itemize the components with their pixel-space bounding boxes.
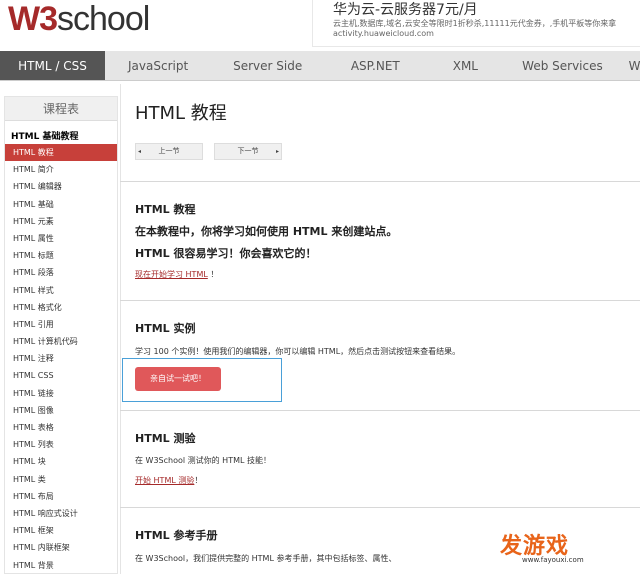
prev-section-button[interactable]: ◂ 上一节 <box>135 143 203 160</box>
start-learning-line: 现在开始学习 HTML ！ <box>135 269 218 280</box>
sidebar-list: HTML 教程 HTML 简介 HTML 编辑器 HTML 基础 HTML 元素 HTML… <box>5 144 117 574</box>
start-quiz-link[interactable]: 开始 HTML 测验 <box>135 476 194 485</box>
sidebar-item[interactable]: HTML 表格 <box>5 419 117 436</box>
reference-description: 在 W3School，我们提供完整的 HTML 参考手册，其中包括标签、属性、 <box>135 554 397 563</box>
sidebar-item[interactable]: HTML 图像 <box>5 402 117 419</box>
prev-section-label: 上一节 <box>158 147 180 155</box>
nav-server-side[interactable]: Server Side <box>211 51 324 80</box>
watermark: 发游戏 www.fayouxi.com <box>500 528 630 564</box>
sidebar-item[interactable]: HTML 列表 <box>5 436 117 453</box>
quiz-description: 在 W3School 测试你的 HTML 技能！ <box>135 456 271 465</box>
chevron-right-icon: ▸ <box>275 148 279 155</box>
sidebar-item[interactable]: HTML 简介 <box>5 161 117 178</box>
w3school-logo[interactable]: W3school <box>8 0 150 40</box>
tutorial-intro-line: 在本教程中，你将学习如何使用 HTML 来创建站点。 <box>135 225 398 238</box>
sidebar-item[interactable]: HTML CSS <box>5 367 117 384</box>
divider <box>120 410 640 411</box>
nav-javascript[interactable]: JavaScript <box>110 51 206 80</box>
sidebar-item[interactable]: HTML 编辑器 <box>5 178 117 195</box>
nav-web[interactable]: Web <box>621 51 640 80</box>
try-it-button[interactable]: 亲自试一试吧！ <box>135 367 221 391</box>
next-section-label: 下一节 <box>237 147 259 155</box>
sidebar-item[interactable]: HTML 布局 <box>5 488 117 505</box>
sidebar-title: 课程表 <box>5 97 117 121</box>
watermark-url: www.fayouxi.com <box>522 556 584 564</box>
sidebar-item[interactable]: HTML 块 <box>5 453 117 470</box>
ad-url[interactable]: activity.huaweicloud.com <box>333 29 640 39</box>
ad-description: 云主机,数据库,域名,云安全等限时1折秒杀,11111元代金券，,手机平板等你来… <box>333 19 617 28</box>
section-heading-examples: HTML 实例 <box>135 322 196 335</box>
logo-school-text: school <box>57 0 150 38</box>
nav-xml[interactable]: XML <box>426 51 504 80</box>
examples-description: 学习 100 个实例！使用我们的编辑器，你可以编辑 HTML，然后点击测试按钮来… <box>135 347 461 356</box>
sidebar-section-title: HTML 基础教程 <box>11 132 79 142</box>
sidebar-item[interactable]: HTML 响应式设计 <box>5 505 117 522</box>
link-suffix: ！ <box>194 476 203 485</box>
sidebar-item[interactable]: HTML 引用 <box>5 316 117 333</box>
page-title: HTML 教程 <box>135 103 227 124</box>
logo-w3-text: W3 <box>8 0 58 38</box>
tutorial-intro-line: HTML 很容易学习！你会喜欢它的！ <box>135 247 317 260</box>
sidebar-item[interactable]: HTML 属性 <box>5 230 117 247</box>
sidebar: 课程表 HTML 基础教程 HTML 教程 HTML 简介 HTML 编辑器 HTML… <box>4 96 118 574</box>
divider <box>120 300 640 301</box>
start-quiz-line: 开始 HTML 测验！ <box>135 475 202 486</box>
next-section-button[interactable]: 下一节 ▸ <box>214 143 282 160</box>
header: W3school 华为云-云服务器7元/月 云主机,数据库,域名,云安全等限时1… <box>0 0 640 50</box>
sidebar-item[interactable]: HTML 计算机代码 <box>5 333 117 350</box>
sidebar-item[interactable]: HTML 类 <box>5 471 117 488</box>
link-suffix: ！ <box>207 270 219 279</box>
sidebar-item[interactable]: HTML 样式 <box>5 282 117 299</box>
ad-banner[interactable]: 华为云-云服务器7元/月 云主机,数据库,域名,云安全等限时1折秒杀,11111… <box>312 0 640 47</box>
sidebar-item[interactable]: HTML 教程 <box>5 144 117 162</box>
sidebar-item[interactable]: HTML 段落 <box>5 264 117 281</box>
sidebar-item[interactable]: HTML 内联框架 <box>5 539 117 556</box>
section-heading-quiz: HTML 测验 <box>135 432 196 445</box>
sidebar-item[interactable]: HTML 元素 <box>5 213 117 230</box>
section-heading-reference: HTML 参考手册 <box>135 529 218 542</box>
sidebar-item[interactable]: HTML 基础 <box>5 196 117 213</box>
start-learning-link[interactable]: 现在开始学习 HTML <box>135 270 208 279</box>
sidebar-item[interactable]: HTML 注释 <box>5 350 117 367</box>
sidebar-item[interactable]: HTML 格式化 <box>5 299 117 316</box>
nav-html-css[interactable]: HTML / CSS <box>0 51 105 80</box>
nav-web-services[interactable]: Web Services <box>509 51 615 80</box>
section-heading-tutorial: HTML 教程 <box>135 203 196 216</box>
divider <box>120 507 640 508</box>
top-nav: HTML / CSS JavaScript Server Side ASP.NE… <box>0 51 640 81</box>
ad-title[interactable]: 华为云-云服务器7元/月 <box>333 2 640 18</box>
divider <box>120 84 121 574</box>
chevron-left-icon: ◂ <box>138 148 142 155</box>
sidebar-item[interactable]: HTML 链接 <box>5 385 117 402</box>
sidebar-item[interactable]: HTML 背景 <box>5 557 117 574</box>
main-content: HTML 教程 ◂ 上一节 下一节 ▸ HTML 教程 在本教程中，你将学习如何… <box>120 84 640 574</box>
sidebar-item[interactable]: HTML 框架 <box>5 522 117 539</box>
nav-aspnet[interactable]: ASP.NET <box>329 51 421 80</box>
sidebar-item[interactable]: HTML 标题 <box>5 247 117 264</box>
divider <box>120 181 640 182</box>
